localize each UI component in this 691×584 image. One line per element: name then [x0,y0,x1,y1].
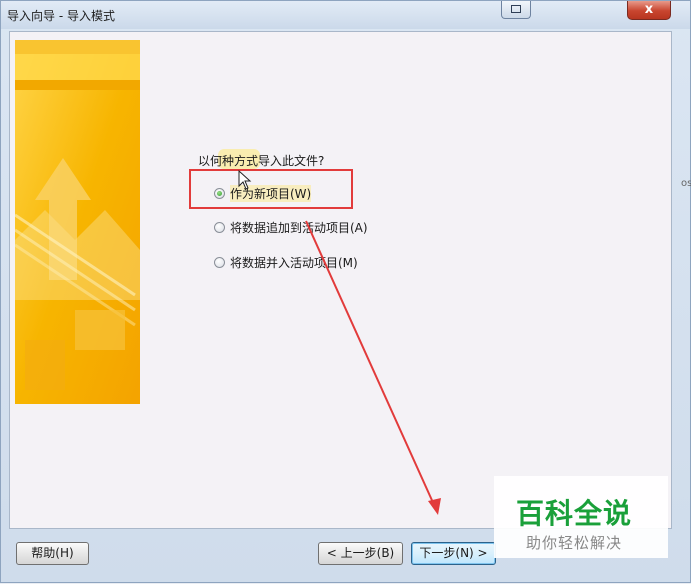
back-button[interactable]: < 上一步(B) [318,542,403,565]
watermark-title: 百科全说 [516,497,633,530]
background-text-fragment: os [681,178,691,189]
help-button[interactable]: 帮助(H) [16,542,89,565]
next-button[interactable]: 下一步(N) > [411,542,496,565]
watermark-logo: 百科全说 助你轻松解决 [494,476,668,558]
import-wizard-window: 导入向导 - 导入模式 x 以何种方式导入此文件? 作为新项目(W) 将数据追加… [0,0,691,583]
watermark-subtitle: 助你轻松解决 [526,534,623,552]
